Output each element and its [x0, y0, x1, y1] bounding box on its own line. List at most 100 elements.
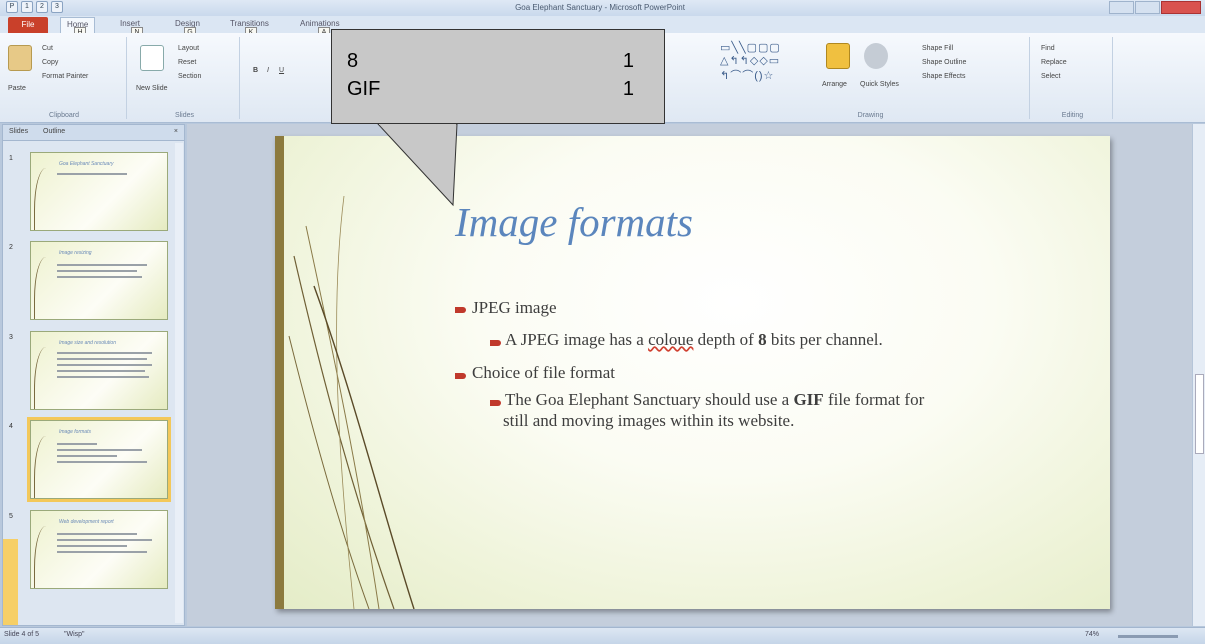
paste-icon[interactable]	[8, 45, 32, 71]
cut-button[interactable]: Cut	[42, 45, 53, 52]
tab-slides[interactable]: Slides	[9, 128, 28, 135]
slide-canvas[interactable]: Image formats JPEG image A JPEG image ha…	[275, 136, 1110, 609]
thumbnail-text-line	[57, 376, 149, 378]
slide-number: 2	[9, 244, 13, 251]
paste-button[interactable]: Paste	[8, 85, 26, 92]
bullet-text: bits per channel.	[766, 330, 883, 349]
clipboard-group: Paste Cut Copy Format Painter Clipboard	[2, 37, 127, 119]
thumbnail-text-line	[57, 443, 97, 445]
editing-group: Find Replace Select Editing	[1033, 37, 1113, 119]
callout-label: GIF	[347, 78, 381, 100]
callout-value: 1	[622, 78, 634, 100]
bullet-text: file format for	[823, 390, 925, 409]
thumbnail-text-line	[57, 270, 137, 272]
close-pane-icon[interactable]: ×	[174, 128, 178, 135]
bullet-icon	[490, 400, 501, 406]
zoom-slider[interactable]	[1118, 635, 1178, 638]
slides-group-label: Slides	[174, 112, 195, 119]
reset-button[interactable]: Reset	[178, 59, 196, 66]
callout-value: 1	[622, 50, 634, 72]
underline-icon[interactable]: U	[279, 67, 284, 74]
thumbnail-title: Image resizing	[59, 250, 92, 256]
bullet-icon	[490, 340, 501, 346]
tab-file[interactable]: File	[8, 17, 48, 33]
new-slide-button[interactable]: New Slide	[136, 85, 168, 92]
thumbnail-title: Image formats	[59, 429, 91, 435]
thumbnail-text-line	[57, 545, 127, 547]
thumbnail-text-line	[57, 352, 152, 354]
bold-value: GIF	[793, 390, 824, 409]
scrollbar-thumb[interactable]	[1195, 374, 1204, 454]
callout-label: 8	[347, 50, 359, 72]
theme-name[interactable]: "Wisp"	[64, 631, 85, 638]
bullet-jpeg-depth[interactable]: A JPEG image has a coloue depth of 8 bit…	[505, 330, 883, 350]
slide-decoration	[34, 168, 54, 230]
slide-thumbnail-5[interactable]: Web development report	[30, 510, 168, 589]
shape-outline-button[interactable]: Shape Outline	[922, 59, 966, 66]
slide-thumbnail-2[interactable]: Image resizing	[30, 241, 168, 320]
bullet-jpeg-image[interactable]: JPEG image	[472, 298, 557, 318]
powerpoint-icon[interactable]: P	[6, 1, 18, 13]
shape-fill-button[interactable]: Shape Fill	[922, 45, 953, 52]
slide-thumbnail-1[interactable]: Goa Elephant Sanctuary	[30, 152, 168, 231]
thumbnail-title: Web development report	[59, 519, 114, 525]
thumbnail-text-line	[57, 370, 145, 372]
slide-left-bar	[275, 136, 284, 609]
arrange-button[interactable]: Arrange	[822, 81, 847, 88]
close-button[interactable]	[1161, 1, 1201, 14]
drawing-group: ▭╲╲▢▢▢ △↰↰◇◇▭ ↰⌒⌒()☆ Arrange Quick Styles …	[712, 37, 1030, 119]
bold-icon[interactable]: B	[253, 67, 258, 74]
slide-thumbnail-4[interactable]: Image formats	[27, 417, 171, 502]
thumbnail-text-line	[57, 358, 147, 360]
slide-number: 1	[9, 155, 13, 162]
slide-number: 3	[9, 334, 13, 341]
slide-count: Slide 4 of 5	[4, 631, 40, 638]
quick-styles-icon[interactable]	[864, 43, 888, 69]
minimize-button[interactable]	[1109, 1, 1134, 14]
replace-button[interactable]: Replace	[1041, 59, 1067, 66]
new-slide-icon[interactable]	[140, 45, 164, 71]
slide-title[interactable]: Image formats	[455, 198, 693, 246]
editing-group-label: Editing	[1061, 112, 1084, 119]
qat-keytip-2[interactable]: 2	[36, 1, 48, 13]
select-button[interactable]: Select	[1041, 73, 1060, 80]
slide-decoration	[34, 257, 54, 319]
qat-keytip-3[interactable]: 3	[51, 1, 63, 13]
slide-thumbnail-3[interactable]: Image size and resolution	[30, 331, 168, 410]
layout-button[interactable]: Layout	[178, 45, 199, 52]
slides-group: New Slide Layout Reset Section Slides	[130, 37, 240, 119]
slide-number: 4	[9, 423, 13, 430]
bullet-gif-recommendation-line2[interactable]: still and moving images within its websi…	[503, 411, 794, 431]
font-group: B I U	[243, 37, 333, 119]
selected-slide-indicator	[3, 539, 18, 625]
bullet-text: A JPEG image has a	[505, 330, 649, 349]
window-title: Goa Elephant Sanctuary - Microsoft Power…	[515, 3, 685, 12]
italic-icon[interactable]: I	[267, 67, 269, 74]
tab-outline[interactable]: Outline	[43, 128, 65, 135]
vertical-scrollbar[interactable]	[1192, 124, 1205, 626]
zoom-level[interactable]: 74%	[1085, 631, 1099, 638]
qat-keytip-1[interactable]: 1	[21, 1, 33, 13]
copy-button[interactable]: Copy	[42, 59, 58, 66]
misspelled-word[interactable]: coloue	[648, 330, 693, 349]
thumbnail-title: Goa Elephant Sanctuary	[59, 161, 114, 167]
arrange-icon[interactable]	[826, 43, 850, 69]
format-painter-button[interactable]: Format Painter	[42, 73, 88, 80]
bold-value: 8	[758, 330, 767, 349]
bullet-icon	[455, 373, 466, 379]
bullet-file-format[interactable]: Choice of file format	[472, 363, 615, 383]
shape-effects-button[interactable]: Shape Effects	[922, 73, 965, 80]
thumbnail-text-line	[57, 551, 147, 553]
thumbnail-text-line	[57, 364, 152, 366]
bullet-gif-recommendation[interactable]: The Goa Elephant Sanctuary should use a …	[505, 390, 924, 410]
shapes-gallery-icon[interactable]: ▭╲╲▢▢▢ △↰↰◇◇▭ ↰⌒⌒()☆	[720, 41, 781, 83]
drawing-group-label: Drawing	[857, 112, 884, 119]
maximize-button[interactable]	[1135, 1, 1160, 14]
section-button[interactable]: Section	[178, 73, 201, 80]
quick-styles-button[interactable]: Quick Styles	[860, 81, 899, 88]
callout-row: GIF 1	[347, 78, 634, 101]
thumbnail-text-line	[57, 539, 152, 541]
find-button[interactable]: Find	[1041, 45, 1055, 52]
pane-scrollbar[interactable]	[175, 143, 183, 623]
bullet-text: The Goa Elephant Sanctuary should use a	[505, 390, 794, 409]
